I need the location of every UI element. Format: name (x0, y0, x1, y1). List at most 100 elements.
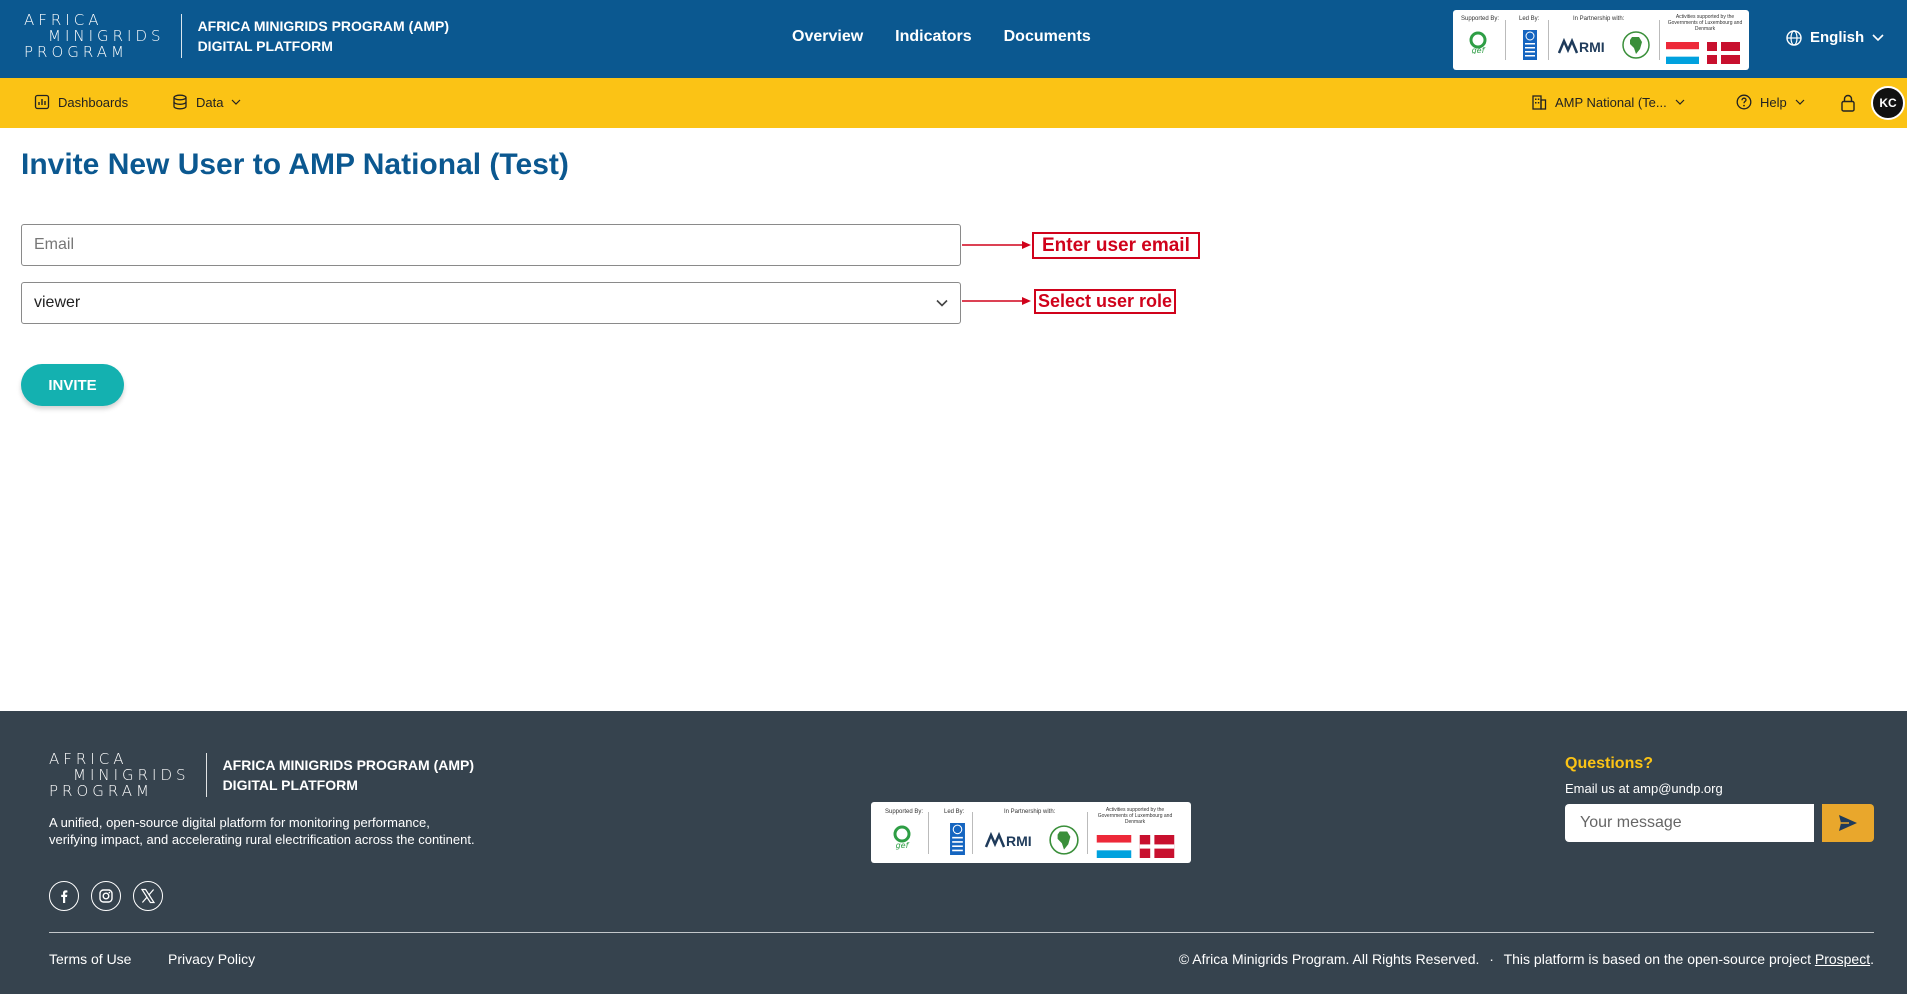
rmi-logo-text: RMI (1006, 833, 1032, 848)
footer-brand-title: AFRICA MINIGRIDS PROGRAM (AMP) DIGITAL P… (223, 755, 474, 795)
dashboards-label: Dashboards (58, 94, 129, 110)
user-avatar[interactable]: KC (1871, 86, 1905, 120)
based-on-text: This platform is based on the open-sourc… (1503, 951, 1811, 967)
partnership-caption: In Partnership with: (1573, 16, 1625, 22)
language-label: English (1810, 29, 1865, 46)
luxembourg-flag (1666, 42, 1699, 64)
help-circle-icon (1736, 94, 1752, 110)
chevron-down-icon (1872, 33, 1884, 41)
logo-line: AFRICA (49, 750, 128, 768)
partner-divider (928, 812, 929, 854)
gef-logo-text: gef (1472, 46, 1486, 54)
brand[interactable]: AFRICA MINIGRIDS PROGRAM AFRICA MINIGRID… (24, 12, 449, 60)
data-label: Data (196, 94, 224, 110)
brand-title-line: DIGITAL PLATFORM (197, 38, 333, 54)
chevron-down-icon (1675, 99, 1685, 105)
period: . (1870, 951, 1874, 967)
brand-title-line: AFRICA MINIGRIDS PROGRAM (AMP) (222, 757, 475, 773)
help-menu[interactable]: Help (1736, 94, 1805, 110)
gef-logo: gef (893, 825, 911, 850)
globe-icon (1786, 29, 1802, 46)
gef-logo: gef (1469, 31, 1487, 54)
dashboards-menu[interactable]: Dashboards (34, 94, 128, 110)
questions-heading: Questions? (1565, 755, 1654, 772)
chevron-down-icon (936, 299, 948, 307)
partner-divider (1548, 20, 1549, 60)
amp-logo: AFRICA MINIGRIDS PROGRAM (24, 12, 165, 60)
activities-caption: Activities supported by the Governments … (1097, 807, 1173, 825)
undp-logo (1523, 30, 1537, 60)
chevron-down-icon (1795, 99, 1805, 105)
supported-by-caption: Supported By: (1461, 16, 1500, 22)
role-select[interactable]: viewer (21, 282, 961, 324)
data-menu[interactable]: Data (172, 94, 241, 110)
bar-chart-icon (34, 94, 50, 110)
nav-overview[interactable]: Overview (792, 28, 863, 46)
logo-line: PROGRAM (24, 43, 128, 61)
afdb-logo (1622, 31, 1650, 59)
x-twitter-icon[interactable] (133, 881, 163, 911)
brand-title-line: DIGITAL PLATFORM (222, 777, 358, 793)
privacy-link[interactable]: Privacy Policy (168, 951, 255, 967)
annotation-arrow (962, 241, 1031, 249)
chevron-down-icon (232, 99, 241, 105)
brand-divider (180, 14, 182, 58)
facebook-icon[interactable] (49, 881, 79, 911)
database-icon (173, 94, 187, 110)
footer-brand[interactable]: AFRICA MINIGRIDS PROGRAM AFRICA MINIGRID… (49, 751, 474, 799)
led-by-caption: Led By: (1519, 16, 1540, 22)
afdb-logo (1049, 825, 1079, 855)
brand-title: AFRICA MINIGRIDS PROGRAM (AMP) DIGITAL P… (198, 16, 449, 56)
building-icon (1532, 95, 1547, 110)
send-button[interactable] (1822, 804, 1874, 842)
page-title: Invite New User to AMP National (Test) (21, 148, 569, 181)
message-input[interactable] (1565, 804, 1814, 842)
footer-legal: © Africa Minigrids Program. All Rights R… (1179, 951, 1874, 967)
role-annotation: Select user role (1034, 289, 1177, 314)
partner-divider (972, 812, 973, 854)
logo-line: MINIGRIDS (48, 27, 165, 45)
email-input[interactable] (34, 236, 948, 254)
partner-divider (1087, 812, 1088, 854)
amp-logo: AFRICA MINIGRIDS PROGRAM (49, 751, 190, 799)
organization-label: AMP National (Te... (1555, 94, 1667, 110)
secondary-nav: Dashboards Data AMP National (Te... Help (0, 78, 1907, 128)
language-selector[interactable]: English (1786, 29, 1884, 46)
footer: AFRICA MINIGRIDS PROGRAM AFRICA MINIGRID… (0, 711, 1907, 994)
contact-email: Email us at amp@undp.org (1565, 781, 1723, 796)
help-label: Help (1760, 94, 1787, 110)
denmark-flag (1707, 42, 1740, 64)
main-nav: Overview Indicators Documents (792, 28, 1091, 46)
partnership-caption: In Partnership with: (1004, 809, 1056, 815)
send-icon (1839, 815, 1857, 831)
terms-link[interactable]: Terms of Use (49, 951, 131, 967)
luxembourg-flag (1096, 835, 1132, 858)
role-select-value: viewer (34, 294, 81, 311)
footer-description: A unified, open-source digital platform … (49, 815, 475, 847)
footer-partner-logos: Supported By: gef Led By: In Partnership… (871, 802, 1191, 863)
email-annotation: Enter user email (1032, 232, 1200, 259)
denmark-flag (1139, 835, 1175, 858)
organization-selector[interactable]: AMP National (Te... (1531, 94, 1685, 110)
invite-button[interactable]: INVITE (21, 364, 124, 406)
instagram-icon[interactable] (91, 881, 121, 911)
nav-documents[interactable]: Documents (1004, 28, 1091, 46)
separator-dot: · (1489, 951, 1494, 967)
nav-indicators[interactable]: Indicators (895, 28, 971, 46)
annotation-arrow (962, 297, 1031, 305)
email-field[interactable] (21, 224, 961, 266)
brand-title-line: AFRICA MINIGRIDS PROGRAM (AMP) (197, 18, 450, 34)
lock-icon[interactable] (1840, 94, 1856, 112)
rmi-logo: RMI (1558, 38, 1605, 54)
partner-logos: Supported By: gef Led By: In Partnership… (1453, 10, 1749, 70)
partner-divider (1659, 20, 1660, 60)
undp-logo (950, 823, 965, 855)
activities-caption: Activities supported by the Governments … (1667, 14, 1743, 32)
rmi-logo-text: RMI (1579, 39, 1605, 54)
logo-line: MINIGRIDS (73, 766, 190, 784)
supported-by-caption: Supported By: (885, 809, 924, 815)
partner-divider (1505, 20, 1506, 60)
gef-logo-text: gef (896, 841, 910, 850)
prospect-link[interactable]: Prospect (1815, 951, 1870, 967)
copyright-text: © Africa Minigrids Program. All Rights R… (1178, 951, 1480, 967)
